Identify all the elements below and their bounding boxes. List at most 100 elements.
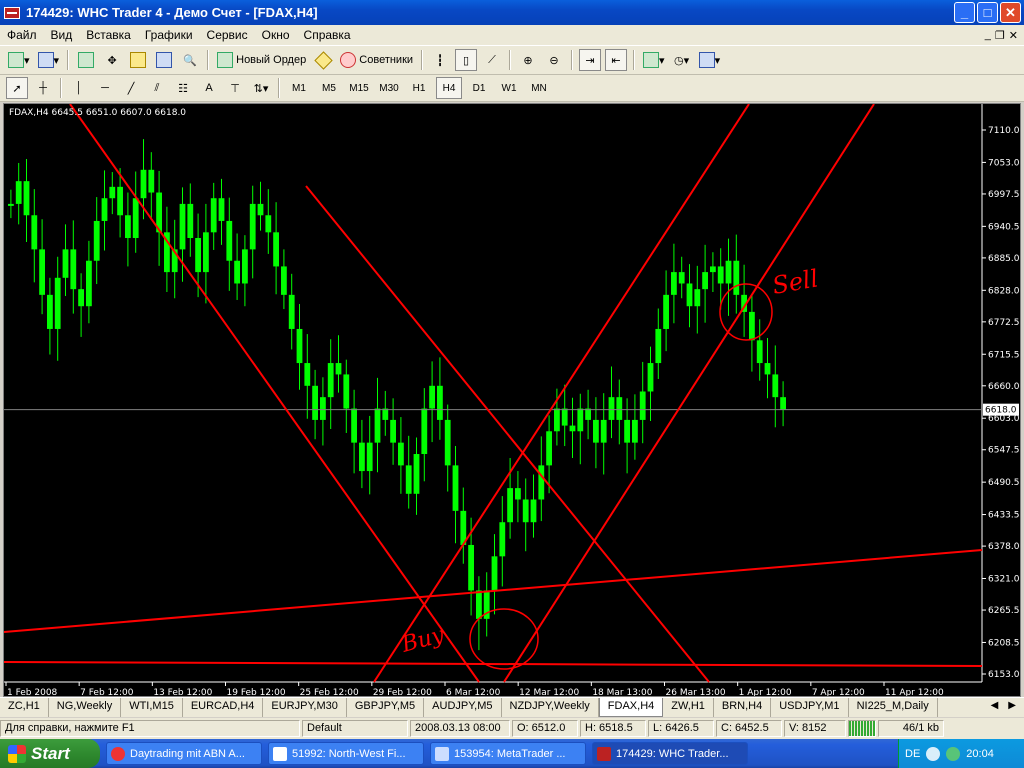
menu-tools[interactable]: Сервис: [200, 28, 255, 42]
taskbar-item[interactable]: Daytrading mit ABN A...: [106, 742, 262, 765]
trendline: [503, 104, 875, 683]
mdi-restore-icon[interactable]: ❐: [995, 29, 1005, 42]
metaeditor-button[interactable]: [312, 49, 334, 71]
price-tick-label: 6885.0: [988, 254, 1020, 264]
chart-shift-button[interactable]: ⇤: [605, 49, 628, 71]
profiles-button[interactable]: ▾: [36, 49, 62, 71]
chart-tab[interactable]: FDAX,H4: [598, 698, 664, 717]
terminal-app-icon: [597, 746, 611, 761]
maximize-button[interactable]: □: [977, 2, 998, 23]
chart-tab[interactable]: ZC,H1: [0, 698, 49, 717]
start-button[interactable]: Start: [0, 739, 100, 768]
chart-tab[interactable]: WTI,M15: [121, 698, 183, 717]
status-help: Для справки, нажмите F1: [0, 720, 300, 737]
candle-body: [179, 203, 186, 250]
timeframe-d1[interactable]: D1: [466, 77, 492, 99]
candle-body: [249, 203, 256, 250]
text-button[interactable]: A: [198, 77, 220, 99]
mdi-close-icon[interactable]: ✕: [1009, 29, 1018, 42]
close-button[interactable]: ✕: [1000, 2, 1021, 23]
menu-charts[interactable]: Графики: [138, 28, 200, 42]
periods-button[interactable]: ◷ ▾: [671, 49, 693, 71]
chart-tab[interactable]: GBPJPY,M5: [347, 698, 425, 717]
tab-scroll-right-icon[interactable]: ▶: [1008, 700, 1016, 717]
chart-tab[interactable]: NI225_M,Daily: [849, 698, 938, 717]
timeframe-h1[interactable]: H1: [406, 77, 432, 99]
text-label-button[interactable]: ⊤: [224, 77, 246, 99]
timeframe-m1[interactable]: M1: [286, 77, 312, 99]
tray-network-icon[interactable]: [946, 746, 961, 761]
candle-body: [351, 408, 357, 443]
timeframe-m30[interactable]: M30: [376, 77, 402, 99]
toolbar-separator: [67, 50, 70, 70]
chart-tab[interactable]: EURCAD,H4: [183, 698, 264, 717]
menu-file[interactable]: Файл: [0, 28, 44, 42]
candle-body: [296, 328, 303, 364]
cursor-icon: ➚: [12, 82, 22, 95]
price-tick-label: 7053.0: [988, 158, 1020, 168]
chart-tab[interactable]: ZW,H1: [663, 698, 714, 717]
crosshair-button[interactable]: ┼: [32, 77, 54, 99]
candle-body: [390, 419, 396, 443]
taskbar-item[interactable]: 51992: North-West Fi...: [268, 742, 424, 765]
candle-body: [257, 203, 264, 216]
cursor-button[interactable]: ➚: [6, 77, 28, 99]
tray-arrow-icon[interactable]: [926, 746, 941, 761]
menu-help[interactable]: Справка: [297, 28, 358, 42]
chart-tab[interactable]: EURJPY,M30: [263, 698, 347, 717]
taskbar-item[interactable]: 153954: MetaTrader ...: [430, 742, 586, 765]
candle-body: [86, 260, 92, 307]
status-bar: Для справки, нажмите F1 Default 2008.03.…: [0, 718, 1024, 739]
advisors-button[interactable]: Советники: [338, 49, 415, 71]
timeframe-mn[interactable]: MN: [526, 77, 552, 99]
timeframe-w1[interactable]: W1: [496, 77, 522, 99]
candle-body: [405, 465, 412, 494]
indicators-button[interactable]: ▾: [641, 49, 667, 71]
candle-body: [515, 488, 521, 500]
chart-tab[interactable]: NG,Weekly: [49, 698, 122, 717]
chart-tab[interactable]: NZDJPY,Weekly: [502, 698, 599, 717]
chart-tab[interactable]: USDJPY,M1: [771, 698, 849, 717]
bar-chart-button[interactable]: ┇: [429, 49, 451, 71]
candle-body: [710, 266, 716, 273]
market-watch-button[interactable]: [75, 49, 97, 71]
channel-icon: ⫽: [154, 81, 160, 94]
new-order-button[interactable]: Новый Ордер: [215, 49, 308, 71]
timeframe-h4[interactable]: H4: [436, 77, 462, 99]
candle-body: [538, 465, 545, 500]
trendline-button[interactable]: ╱: [120, 77, 142, 99]
fibonacci-button[interactable]: ☷: [172, 77, 194, 99]
chart-tab[interactable]: AUDJPY,M5: [424, 698, 502, 717]
menu-view[interactable]: Вид: [44, 28, 80, 42]
templates-button[interactable]: ▾: [697, 49, 723, 71]
menu-insert[interactable]: Вставка: [79, 28, 138, 42]
candle-body: [413, 454, 420, 494]
chart-tab[interactable]: BRN,H4: [714, 698, 772, 717]
tab-scroll-left-icon[interactable]: ◀: [991, 700, 999, 717]
zoom-in-button[interactable]: ⊕: [517, 49, 539, 71]
navigator-button[interactable]: [127, 49, 149, 71]
horizontal-line-button[interactable]: ─: [94, 77, 116, 99]
timeframe-m5[interactable]: M5: [316, 77, 342, 99]
chart-window[interactable]: 7110.0 7053.0 6997.5 6940.5 6885.0 6828.0 6772…: [3, 103, 1021, 697]
zoom-out-button[interactable]: ⊖: [543, 49, 565, 71]
price-chart[interactable]: 7110.0 7053.0 6997.5 6940.5 6885.0 6828.0 6772…: [4, 104, 1021, 697]
menu-window[interactable]: Окно: [255, 28, 297, 42]
candle-body: [242, 249, 248, 284]
new-chart-button[interactable]: ▾: [6, 49, 32, 71]
vertical-line-button[interactable]: │: [68, 77, 90, 99]
mdi-minimize-icon[interactable]: _: [985, 29, 991, 42]
candle-chart-button[interactable]: ▯: [455, 49, 478, 71]
taskbar-item[interactable]: 174429: WHC Trader...: [592, 742, 748, 765]
language-indicator[interactable]: DE: [905, 748, 920, 760]
timeframe-m15[interactable]: M15: [346, 77, 372, 99]
tester-button[interactable]: 🔍: [179, 49, 201, 71]
terminal-button[interactable]: [153, 49, 175, 71]
candle-body: [772, 374, 779, 398]
line-chart-button[interactable]: ⟋: [481, 49, 503, 71]
channel-button[interactable]: ⫽: [146, 77, 168, 99]
autoscroll-button[interactable]: ⇥: [579, 49, 602, 71]
arrows-button[interactable]: ⇅ ▾: [250, 77, 272, 99]
minimize-button[interactable]: _: [954, 2, 975, 23]
data-window-button[interactable]: ✥: [101, 49, 123, 71]
